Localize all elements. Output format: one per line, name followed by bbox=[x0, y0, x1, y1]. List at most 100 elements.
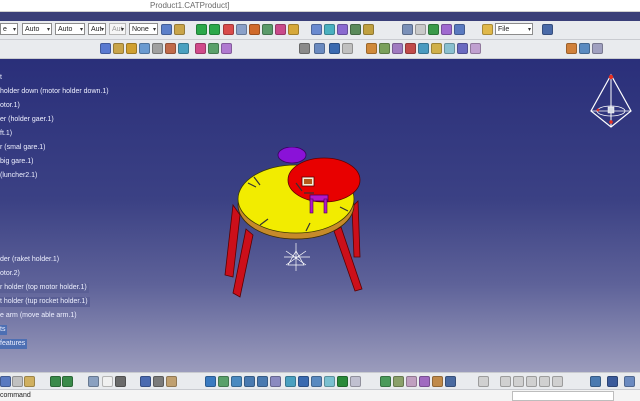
copy-icon[interactable] bbox=[12, 376, 23, 387]
clash-icon[interactable] bbox=[275, 24, 286, 35]
file-combo[interactable]: File ▾ bbox=[495, 23, 533, 35]
help-icon[interactable] bbox=[88, 376, 99, 387]
update-icon[interactable] bbox=[428, 24, 439, 35]
layer-combo[interactable]: None ▾ bbox=[129, 23, 158, 35]
wireframe-icon[interactable] bbox=[350, 376, 361, 387]
properties-icon[interactable] bbox=[392, 43, 403, 54]
tree-item[interactable]: der (raket holder.1) bbox=[0, 255, 61, 265]
tree-expand-icon[interactable] bbox=[140, 376, 151, 387]
zoom-out-icon[interactable] bbox=[257, 376, 268, 387]
redo-icon[interactable] bbox=[62, 376, 73, 387]
tree-item[interactable]: r (smal gare.1) bbox=[0, 143, 48, 153]
formula-fx-icon[interactable] bbox=[102, 376, 113, 387]
compass-tool-icon[interactable] bbox=[236, 24, 247, 35]
tree-item[interactable] bbox=[0, 227, 2, 237]
constraint-tool-icon[interactable] bbox=[380, 376, 391, 387]
sheet-icon[interactable] bbox=[402, 24, 413, 35]
monitor-icon[interactable] bbox=[607, 376, 618, 387]
line-weight-combo[interactable]: Auto ▾ bbox=[22, 23, 52, 35]
new-product-icon[interactable] bbox=[113, 43, 124, 54]
tree-item[interactable]: holder down (motor holder down.1) bbox=[0, 87, 111, 97]
catalog-icon[interactable] bbox=[441, 24, 452, 35]
tree-item[interactable]: er (holder gaer.1) bbox=[0, 115, 56, 125]
new-component-icon[interactable] bbox=[100, 43, 111, 54]
pattern-icon[interactable] bbox=[178, 43, 189, 54]
tree-item[interactable]: ft.1) bbox=[0, 129, 14, 139]
ruler-icon[interactable] bbox=[166, 376, 177, 387]
analysis-icon[interactable] bbox=[418, 43, 429, 54]
sensor-icon[interactable] bbox=[419, 376, 430, 387]
sectioning-icon[interactable] bbox=[431, 43, 442, 54]
hide-show-icon[interactable] bbox=[366, 43, 377, 54]
trace-icon[interactable] bbox=[445, 376, 456, 387]
paint-brush-icon[interactable] bbox=[161, 24, 172, 35]
grid-icon[interactable] bbox=[500, 376, 511, 387]
tree-item[interactable]: features bbox=[0, 339, 28, 349]
normal-view-icon[interactable] bbox=[270, 376, 281, 387]
format-painter-icon[interactable] bbox=[174, 24, 185, 35]
tree-item[interactable]: t bbox=[0, 73, 4, 83]
move-icon[interactable] bbox=[196, 24, 207, 35]
coincidence-icon[interactable] bbox=[324, 24, 335, 35]
existing-component-icon[interactable] bbox=[139, 43, 150, 54]
knowledge-icon[interactable] bbox=[579, 43, 590, 54]
pan-icon[interactable] bbox=[209, 24, 220, 35]
table-view-icon[interactable] bbox=[590, 376, 601, 387]
select-icon[interactable] bbox=[314, 43, 325, 54]
assembly-model[interactable] bbox=[224, 147, 368, 357]
clock-icon[interactable] bbox=[478, 376, 489, 387]
paste-icon[interactable] bbox=[24, 376, 35, 387]
tree-item[interactable]: ts bbox=[0, 325, 8, 335]
line-type-combo[interactable]: Auto ▾ bbox=[55, 23, 85, 35]
workbench-icon[interactable] bbox=[542, 24, 553, 35]
tree-item[interactable] bbox=[0, 185, 2, 195]
3d-viewport[interactable]: t holder down (motor holder down.1) otor… bbox=[0, 59, 640, 372]
swap-icon[interactable] bbox=[379, 43, 390, 54]
catalog-browser-icon[interactable] bbox=[566, 43, 577, 54]
calc-icon[interactable] bbox=[624, 376, 635, 387]
distance-icon[interactable] bbox=[444, 43, 455, 54]
law-icon[interactable] bbox=[432, 376, 443, 387]
replace-component-icon[interactable] bbox=[152, 43, 163, 54]
rotate-icon[interactable] bbox=[231, 376, 242, 387]
tree-item[interactable]: e arm (move able arm.1) bbox=[0, 311, 79, 321]
annotation-icon[interactable] bbox=[470, 43, 481, 54]
grid4-icon[interactable] bbox=[539, 376, 550, 387]
tree-item[interactable]: otor.1) bbox=[0, 101, 22, 111]
angle-icon[interactable] bbox=[363, 24, 374, 35]
numbering-icon[interactable] bbox=[299, 43, 310, 54]
tree-item[interactable]: (luncher2.1) bbox=[0, 171, 39, 181]
select-all-icon[interactable] bbox=[153, 376, 164, 387]
zoom-in-icon[interactable] bbox=[244, 376, 255, 387]
tree-item[interactable]: big gare.1) bbox=[0, 157, 35, 167]
hide-icon[interactable] bbox=[311, 376, 322, 387]
tree-item[interactable] bbox=[0, 241, 2, 251]
kinematics-icon[interactable] bbox=[393, 376, 404, 387]
explode-icon[interactable] bbox=[288, 24, 299, 35]
constraint-icon[interactable] bbox=[405, 43, 416, 54]
new-part-icon[interactable] bbox=[126, 43, 137, 54]
scene-icon[interactable] bbox=[454, 24, 465, 35]
tree-item[interactable]: otor.2) bbox=[0, 269, 22, 279]
snap-icon[interactable] bbox=[223, 24, 234, 35]
manipulate-icon[interactable] bbox=[262, 24, 273, 35]
fly-mode-icon[interactable] bbox=[0, 376, 11, 387]
views-icon[interactable] bbox=[285, 376, 296, 387]
zoom-fit-icon[interactable] bbox=[329, 43, 340, 54]
fast-instantiation-icon[interactable] bbox=[208, 43, 219, 54]
fit-all-icon[interactable] bbox=[205, 376, 216, 387]
compass-icon[interactable] bbox=[586, 73, 636, 133]
bom-icon[interactable] bbox=[457, 43, 468, 54]
grid3-icon[interactable] bbox=[526, 376, 537, 387]
tree-item[interactable] bbox=[0, 213, 2, 223]
reorder-icon[interactable] bbox=[221, 43, 232, 54]
transparency-combo[interactable]: Aut ▾ bbox=[88, 23, 106, 35]
undo-icon[interactable] bbox=[50, 376, 61, 387]
folder-icon[interactable] bbox=[482, 24, 493, 35]
tree-item[interactable]: t holder (tup rocket holder.1) bbox=[0, 297, 90, 307]
snapshot-icon[interactable] bbox=[342, 43, 353, 54]
comment-icon[interactable] bbox=[115, 376, 126, 387]
tree-item[interactable] bbox=[0, 199, 2, 209]
grid2-icon[interactable] bbox=[513, 376, 524, 387]
offset-icon[interactable] bbox=[350, 24, 361, 35]
